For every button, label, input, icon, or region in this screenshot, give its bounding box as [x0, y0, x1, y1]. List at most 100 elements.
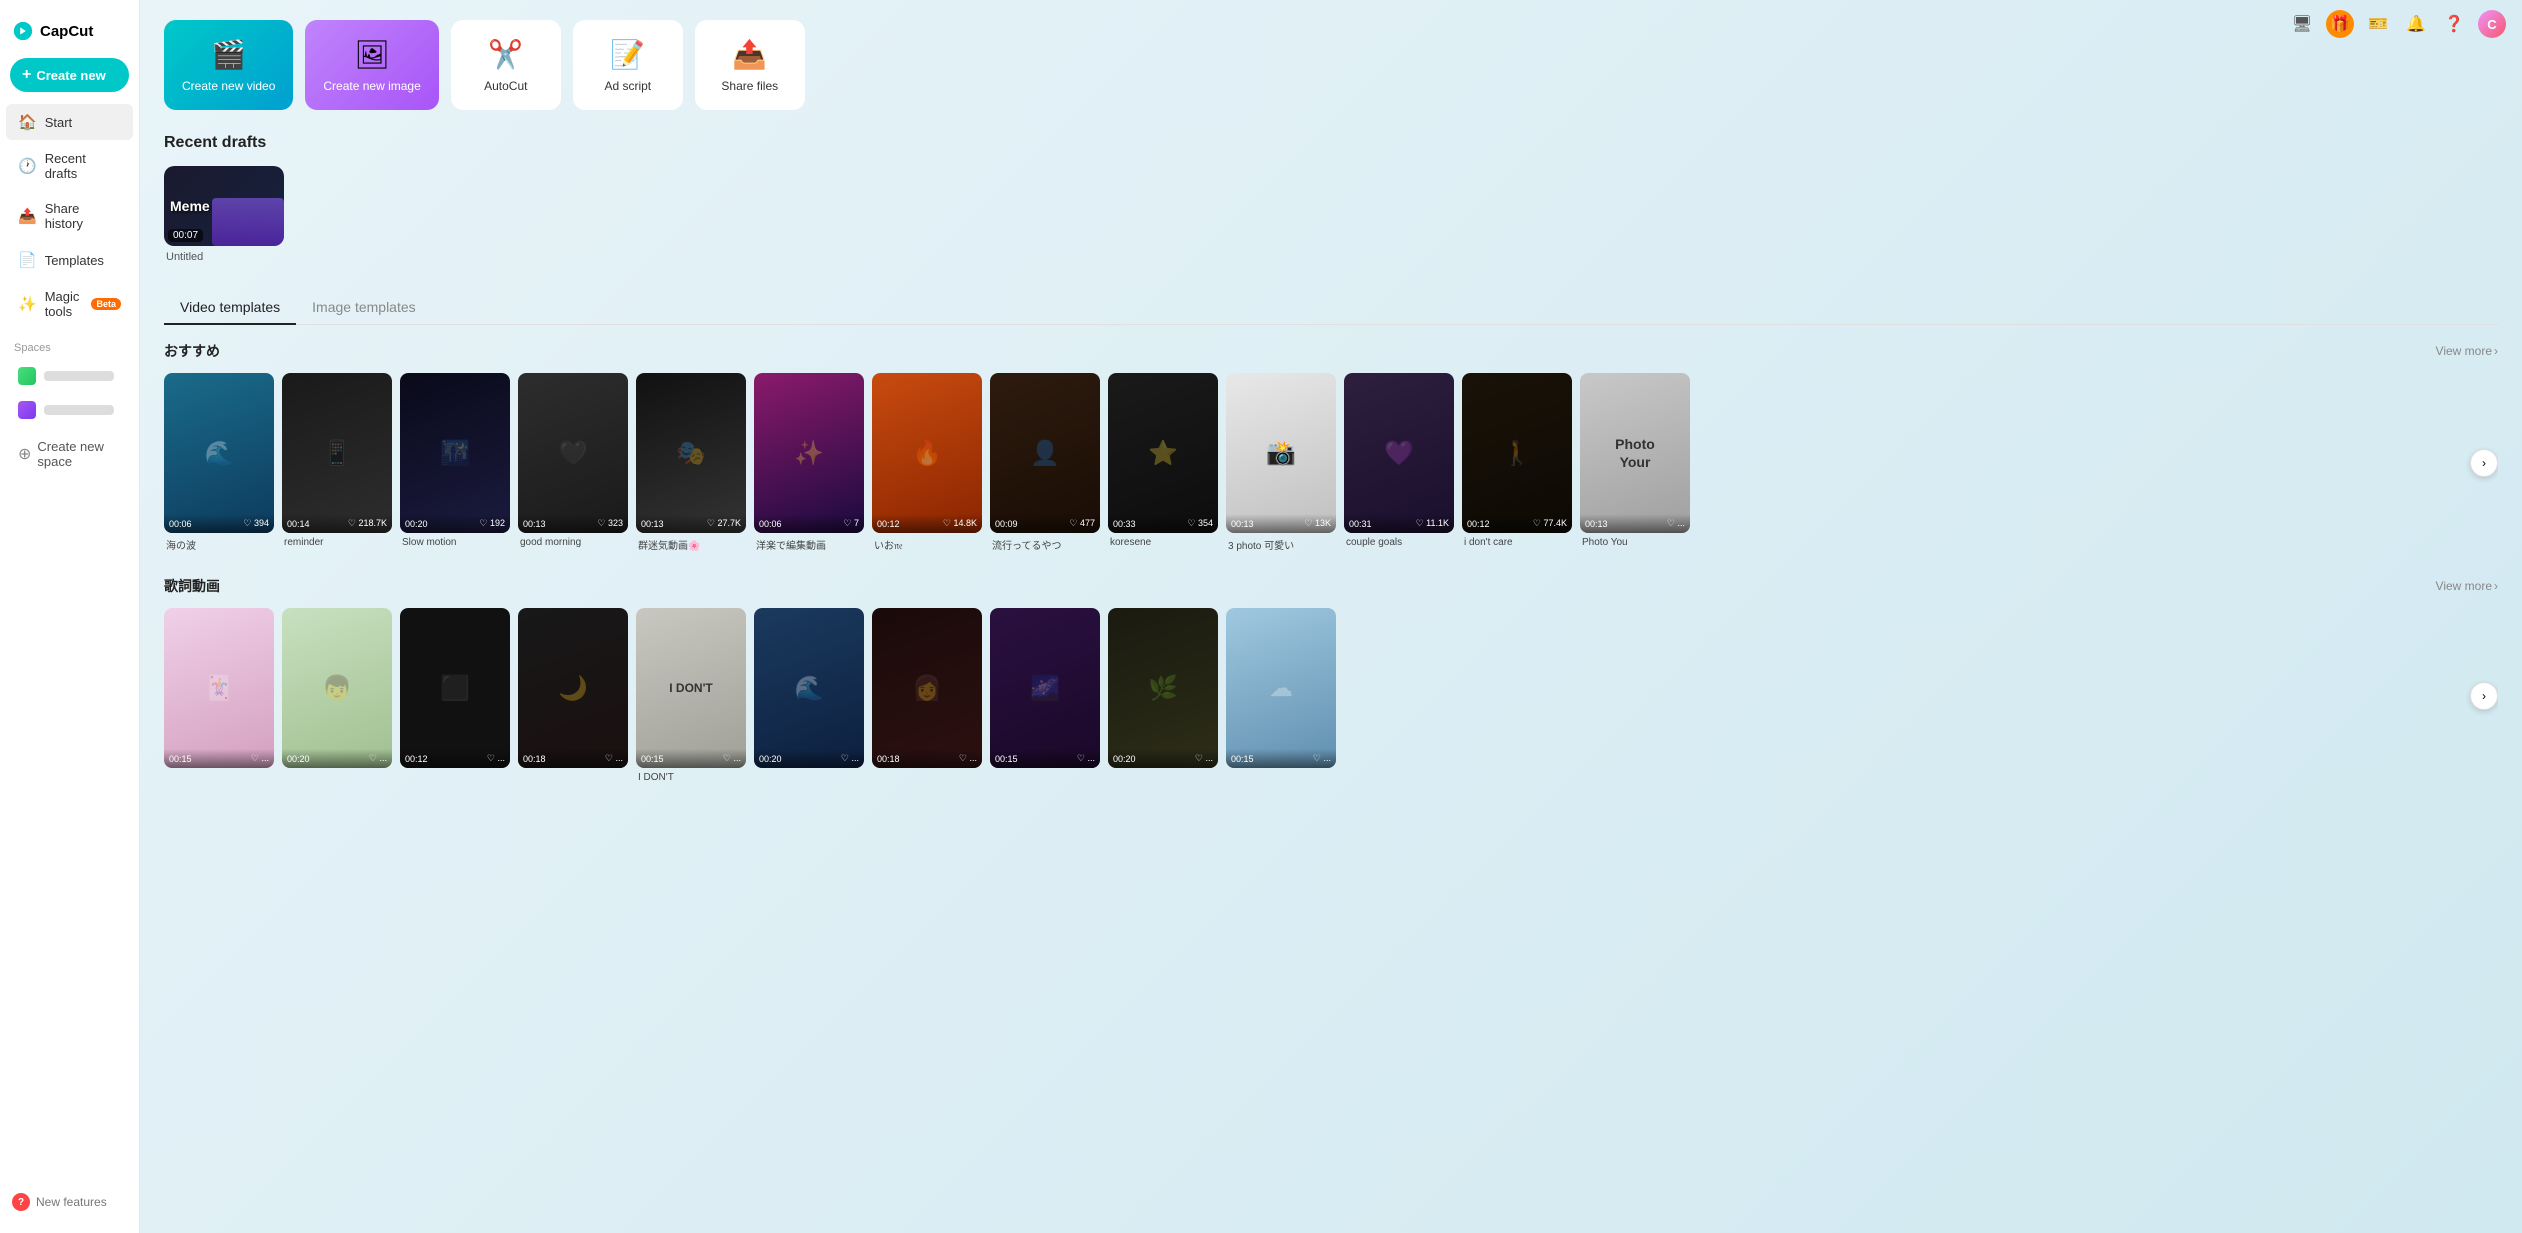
create-image-card[interactable]: 🖼 Create new image	[305, 20, 438, 110]
template-card-black[interactable]: ⬛ 00:12 ♡ ...	[400, 608, 510, 783]
template-thumb-good-morning: 🖤 00:13 ♡ 323	[518, 373, 628, 533]
template-thumb-anime: 🎭 00:13 ♡ 27.7K	[636, 373, 746, 533]
template-card-idc[interactable]: 🚶 00:12 ♡ 77.4K i don't care	[1462, 373, 1572, 552]
sidebar-footer: ? New features	[0, 1183, 139, 1221]
template-name-idc: i don't care	[1462, 537, 1572, 548]
tab-video-templates[interactable]: Video templates	[164, 291, 296, 325]
lyrics-view-more[interactable]: View more ›	[2436, 579, 2498, 593]
logo-text: CapCut	[40, 23, 93, 40]
template-name-youga: 洋楽で編集動画	[754, 537, 864, 552]
sidebar-item-recent-drafts[interactable]: 🕐 Recent drafts	[6, 142, 133, 190]
template-card-sea[interactable]: 🌊 00:20 ♡ ...	[754, 608, 864, 783]
recommended-template-row: 🌊 00:06 ♡ 394 海の波 📱 00:14 ♡ 218.7K	[164, 373, 2498, 552]
template-thumb-cards: 🃏 00:15 ♡ ...	[164, 608, 274, 768]
template-card-slow-motion[interactable]: 🌃 00:20 ♡ 192 Slow motion	[400, 373, 510, 552]
chevron-right-icon-lyrics: ›	[2494, 579, 2498, 593]
sidebar-item-start[interactable]: 🏠 Start	[6, 104, 133, 140]
template-card-trend[interactable]: 👤 00:09 ♡ 477 流行ってるやつ	[990, 373, 1100, 552]
create-new-space-button[interactable]: ⊕ Create new space	[6, 432, 133, 476]
share-files-label: Share files	[721, 79, 778, 93]
template-card-girl2[interactable]: 👩 00:18 ♡ ...	[872, 608, 982, 783]
template-card-3photo[interactable]: 📸 00:13 ♡ 13K 3 photo 可愛い	[1226, 373, 1336, 552]
sidebar-item-share-history[interactable]: 📤 Share history	[6, 192, 133, 240]
template-card-sky[interactable]: ☁ 00:15 ♡ ...	[1226, 608, 1336, 783]
template-name-couple: couple goals	[1344, 537, 1454, 548]
magic-icon: ✨	[18, 295, 37, 313]
autocut-label: AutoCut	[484, 79, 527, 93]
draft-duration-1: 00:07	[168, 229, 203, 242]
autocut-icon: ✂️	[488, 38, 523, 71]
create-new-label: Create new	[36, 68, 105, 83]
create-video-card[interactable]: 🎬 Create new video	[164, 20, 293, 110]
share-files-card[interactable]: 📤 Share files	[695, 20, 805, 110]
recommended-scroll-button[interactable]: ›	[2470, 449, 2498, 477]
quick-actions: 🎬 Create new video 🖼 Create new image ✂️…	[164, 20, 2498, 110]
user-avatar[interactable]: C	[2478, 10, 2506, 38]
space-item-1[interactable]	[6, 360, 133, 392]
template-thumb-idc: 🚶 00:12 ♡ 77.4K	[1462, 373, 1572, 533]
lyrics-template-row: 🃏 00:15 ♡ ... 👦 00:20 ♡ ...	[164, 608, 2498, 783]
template-thumb-reminder: 📱 00:14 ♡ 218.7K	[282, 373, 392, 533]
capcut-logo-icon	[12, 20, 34, 42]
template-thumb-ocean: 🌊 00:06 ♡ 394	[164, 373, 274, 533]
draft-card-1[interactable]: Meme 00:07 Untitled	[164, 166, 284, 263]
sidebar-item-templates-label: Templates	[45, 253, 104, 268]
lyrics-header: 歌詞動画 View more ›	[164, 576, 2498, 596]
template-card-koresene[interactable]: ⭐ 00:33 ♡ 354 koresene	[1108, 373, 1218, 552]
draft-name-1: Untitled	[164, 251, 284, 263]
template-name-good-morning: good morning	[518, 537, 628, 548]
sidebar-item-templates[interactable]: 📄 Templates	[6, 242, 133, 278]
autocut-card[interactable]: ✂️ AutoCut	[451, 20, 561, 110]
ad-script-card[interactable]: 📝 Ad script	[573, 20, 683, 110]
main-content: 🎬 Create new video 🖼 Create new image ✂️…	[140, 0, 2522, 1233]
recommended-view-more[interactable]: View more ›	[2436, 344, 2498, 358]
share-icon: 📤	[18, 207, 37, 225]
template-card-cards[interactable]: 🃏 00:15 ♡ ...	[164, 608, 274, 783]
chevron-right-icon: ›	[2494, 344, 2498, 358]
create-new-button[interactable]: + Create new	[10, 58, 129, 92]
help-icon[interactable]: ❓	[2440, 10, 2468, 38]
template-card-ocean[interactable]: 🌊 00:06 ♡ 394 海の波	[164, 373, 274, 552]
template-card-youga[interactable]: ✨ 00:06 ♡ 7 洋楽で編集動画	[754, 373, 864, 552]
template-thumb-youga: ✨ 00:06 ♡ 7	[754, 373, 864, 533]
template-card-couple[interactable]: 💜 00:31 ♡ 11.1K couple goals	[1344, 373, 1454, 552]
plus-icon: +	[22, 66, 31, 84]
template-card-reminder[interactable]: 📱 00:14 ♡ 218.7K reminder	[282, 373, 392, 552]
tab-image-templates[interactable]: Image templates	[296, 291, 432, 325]
topbar: 🖥 🎁 🎫 🔔 ❓ C	[2272, 0, 2522, 48]
sidebar-item-share-history-label: Share history	[45, 201, 121, 231]
template-card-couple2[interactable]: 🌙 00:18 ♡ ...	[518, 608, 628, 783]
template-card-good-morning[interactable]: 🖤 00:13 ♡ 323 good morning	[518, 373, 628, 552]
share-files-icon: 📤	[732, 38, 767, 71]
lyrics-section: 歌詞動画 View more › 🃏 00:15 ♡ ... 👦	[164, 576, 2498, 783]
template-thumb-ion: 🔥 00:12 ♡ 14.8K	[872, 373, 982, 533]
template-thumb-trend: 👤 00:09 ♡ 477	[990, 373, 1100, 533]
template-card-photo-you[interactable]: PhotoYour 00:13 ♡ ... Photo You	[1580, 373, 1690, 552]
template-card-ion[interactable]: 🔥 00:12 ♡ 14.8K いお𝔫𝔢	[872, 373, 982, 552]
plus-space-icon: ⊕	[18, 444, 31, 464]
template-card-idc2[interactable]: I DON'T 00:15 ♡ ... I DON'T	[636, 608, 746, 783]
new-features-badge: ?	[12, 1193, 30, 1211]
sidebar-item-magic-tools[interactable]: ✨ Magic tools Beta	[6, 280, 133, 328]
template-card-boy[interactable]: 👦 00:20 ♡ ...	[282, 608, 392, 783]
recommended-header: おすすめ View more ›	[164, 341, 2498, 361]
space-avatar-1	[18, 367, 36, 385]
template-card-girl3[interactable]: 🌿 00:20 ♡ ...	[1108, 608, 1218, 783]
create-new-space-label: Create new space	[37, 439, 121, 469]
create-video-icon: 🎬	[211, 38, 246, 71]
notification-icon[interactable]: 🔔	[2402, 10, 2430, 38]
template-thumb-girl3: 🌿 00:20 ♡ ...	[1108, 608, 1218, 768]
sidebar-item-recent-drafts-label: Recent drafts	[45, 151, 121, 181]
template-name-trend: 流行ってるやつ	[990, 537, 1100, 552]
template-thumb-sea: 🌊 00:20 ♡ ...	[754, 608, 864, 768]
ticket-icon[interactable]: 🎫	[2364, 10, 2392, 38]
space-item-2[interactable]	[6, 394, 133, 426]
template-thumb-koresene: ⭐ 00:33 ♡ 354	[1108, 373, 1218, 533]
template-thumb-slow-motion: 🌃 00:20 ♡ 192	[400, 373, 510, 533]
monitor-icon[interactable]: 🖥	[2288, 10, 2316, 38]
recent-drafts-title: Recent drafts	[164, 134, 2498, 152]
lyrics-scroll-button[interactable]: ›	[2470, 682, 2498, 710]
template-card-gradient2[interactable]: 🌌 00:15 ♡ ...	[990, 608, 1100, 783]
gift-icon[interactable]: 🎁	[2326, 10, 2354, 38]
template-card-anime[interactable]: 🎭 00:13 ♡ 27.7K 群迷気動画🌸	[636, 373, 746, 552]
